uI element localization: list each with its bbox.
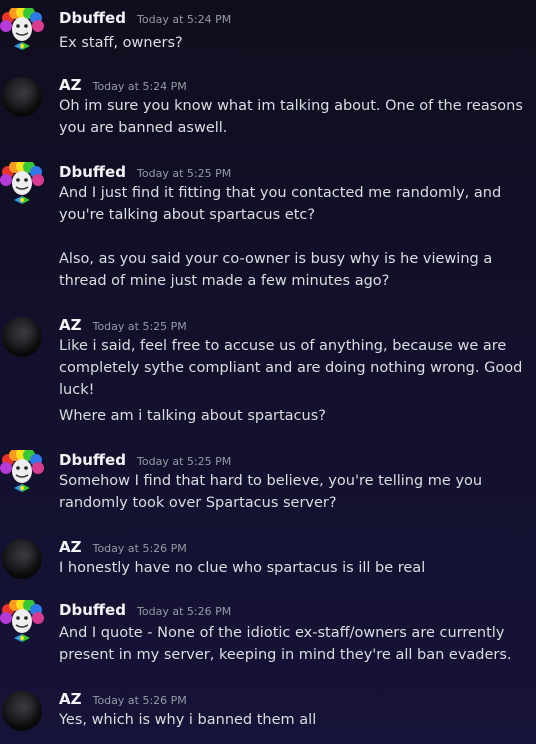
message-text: Where am i talking about spartacus? <box>59 408 326 424</box>
clown-avatar-icon <box>0 6 44 50</box>
username[interactable]: AZ <box>59 76 82 94</box>
message-text: I honestly have no clue who spartacus is… <box>59 560 426 576</box>
username[interactable]: AZ <box>59 690 82 708</box>
clown-avatar-icon <box>0 448 44 492</box>
message-text: Like i said, feel free to accuse us of a… <box>59 338 507 354</box>
username[interactable]: Dbuffed <box>59 9 126 27</box>
timestamp: Today at 5:25 PM <box>92 320 187 333</box>
message-text: thread of mine just made a few minutes a… <box>59 273 390 289</box>
message-text: present in my server, keeping in mind th… <box>59 647 512 663</box>
message-header: Dbuffed Today at 5:25 PM <box>59 162 231 182</box>
clown-avatar[interactable] <box>0 160 44 206</box>
clown-avatar-icon <box>0 160 44 204</box>
timestamp: Today at 5:25 PM <box>137 455 232 468</box>
message-text: And I just find it fitting that you cont… <box>59 185 502 201</box>
dark-avatar[interactable] <box>2 691 42 731</box>
dark-avatar[interactable] <box>2 77 42 117</box>
message-text: Ex staff, owners? <box>59 35 183 51</box>
timestamp: Today at 5:26 PM <box>92 542 187 555</box>
message-header: Dbuffed Today at 5:26 PM <box>59 600 231 620</box>
message-header: AZ Today at 5:26 PM <box>59 689 187 709</box>
clown-avatar[interactable] <box>0 6 44 52</box>
username[interactable]: Dbuffed <box>59 451 126 469</box>
message-text: And I quote - None of the idiotic ex-sta… <box>59 625 505 641</box>
timestamp: Today at 5:24 PM <box>137 13 232 26</box>
username[interactable]: AZ <box>59 538 82 556</box>
message-text: Also, as you said your co-owner is busy … <box>59 251 493 267</box>
message-text: you're talking about spartacus etc? <box>59 207 316 223</box>
clown-avatar[interactable] <box>0 598 44 644</box>
message-list: Dbuffed Today at 5:24 PM Ex staff, owner… <box>0 0 536 744</box>
message-header: AZ Today at 5:24 PM <box>59 75 187 95</box>
message-header: AZ Today at 5:26 PM <box>59 537 187 557</box>
clown-avatar[interactable] <box>0 448 44 494</box>
message-text: you are banned aswell. <box>59 120 228 136</box>
clown-avatar-icon <box>0 598 44 642</box>
username[interactable]: Dbuffed <box>59 601 126 619</box>
timestamp: Today at 5:26 PM <box>92 694 187 707</box>
dark-avatar[interactable] <box>2 317 42 357</box>
timestamp: Today at 5:26 PM <box>137 605 232 618</box>
message-text: randomly took over Spartacus server? <box>59 495 337 511</box>
username[interactable]: AZ <box>59 316 82 334</box>
message-header: Dbuffed Today at 5:24 PM <box>59 8 231 28</box>
message-text: completely sythe compliant and are doing… <box>59 360 523 376</box>
message-header: Dbuffed Today at 5:25 PM <box>59 450 231 470</box>
message-text: Somehow I find that hard to believe, you… <box>59 473 483 489</box>
message-text: Yes, which is why i banned them all <box>59 712 317 728</box>
message-text: luck! <box>59 382 95 398</box>
timestamp: Today at 5:25 PM <box>137 167 232 180</box>
message-header: AZ Today at 5:25 PM <box>59 315 187 335</box>
dark-avatar[interactable] <box>2 539 42 579</box>
message-text: Oh im sure you know what im talking abou… <box>59 98 523 114</box>
username[interactable]: Dbuffed <box>59 163 126 181</box>
timestamp: Today at 5:24 PM <box>92 80 187 93</box>
